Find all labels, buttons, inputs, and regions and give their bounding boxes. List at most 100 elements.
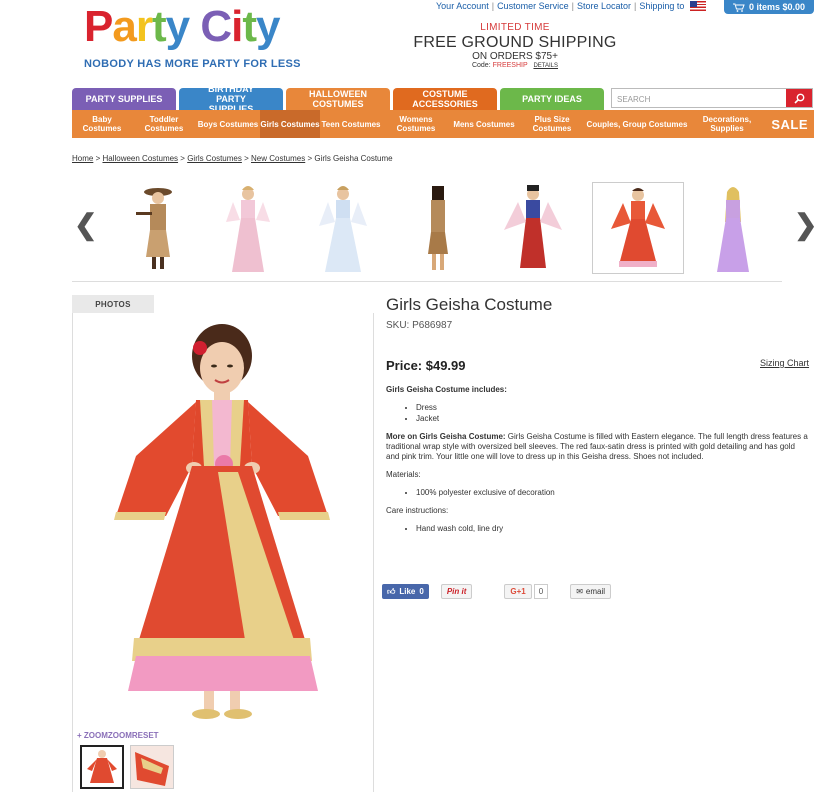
tab-party-supplies[interactable]: PARTY SUPPLIES (72, 88, 176, 110)
costume-thumb-image (717, 187, 749, 272)
subnav-boys-costumes[interactable]: Boys Costumes (196, 110, 260, 138)
care-heading: Care instructions: (386, 506, 449, 515)
list-item: Jacket (416, 414, 808, 424)
subnav-decorations-supplies[interactable]: Decorations, Supplies (688, 110, 766, 138)
promo-code-value: FREESHIP (492, 62, 528, 69)
includes-list: Dress Jacket (416, 403, 808, 424)
shipping-promo: LIMITED TIME FREE GROUND SHIPPING ON ORD… (400, 22, 630, 69)
related-costumes-carousel: ❮ ❯ (72, 178, 817, 278)
shipping-to-link[interactable]: Shipping to (636, 1, 687, 11)
tab-party-ideas[interactable]: PARTY IDEAS (500, 88, 604, 110)
care-list: Hand wash cold, line dry (416, 524, 808, 534)
us-flag-icon[interactable] (690, 1, 707, 11)
promo-code-label: Code: (471, 62, 491, 69)
carousel-divider (72, 281, 782, 282)
more-heading: More on Girls Geisha Costume: (386, 432, 506, 441)
cart-icon (732, 3, 745, 12)
costume-thumb-image (611, 188, 665, 267)
promo-headline: FREE GROUND SHIPPING (413, 34, 617, 51)
breadcrumb-current: Girls Geisha Costume (314, 154, 393, 163)
sizing-chart-link[interactable]: Sizing Chart (760, 358, 809, 368)
subnav-sale[interactable]: SALE (771, 117, 814, 132)
product-price: Price: $49.99 (386, 358, 466, 373)
search-button[interactable] (786, 89, 812, 107)
top-links: Your Account | Customer Service | Store Lo… (433, 1, 707, 11)
related-costume-thumb[interactable] (487, 182, 579, 274)
related-costume-thumb[interactable] (112, 182, 204, 274)
subnav-baby-costumes[interactable]: Baby Costumes (72, 110, 132, 138)
subnav-womens-costumes[interactable]: Womens Costumes (382, 110, 450, 138)
email-share-button[interactable]: ✉ email (570, 584, 612, 599)
search-input[interactable]: SEARCH (612, 89, 786, 107)
your-account-link[interactable]: Your Account (433, 1, 492, 11)
breadcrumb-new-costumes[interactable]: New Costumes (251, 154, 305, 163)
product-description: Girls Geisha Costume includes: Dress Jac… (386, 385, 808, 542)
related-costume-thumb[interactable] (392, 182, 484, 274)
subnav-toddler-costumes[interactable]: Toddler Costumes (132, 110, 196, 138)
materials-heading: Materials: (386, 470, 421, 479)
tab-costume-accessories[interactable]: COSTUME ACCESSORIES (393, 88, 497, 110)
photos-tab[interactable]: PHOTOS (72, 295, 154, 313)
like-label: Like (399, 587, 416, 596)
costume-thumb-image (319, 186, 367, 272)
costume-thumb-image (136, 188, 172, 269)
customer-service-link[interactable]: Customer Service (494, 1, 572, 11)
photo-thumbnail-selected[interactable] (80, 745, 124, 789)
envelope-icon: ✉ (576, 587, 583, 596)
breadcrumb-halloween-costumes[interactable]: Halloween Costumes (102, 154, 178, 163)
subnav-plus-size-costumes[interactable]: Plus Size Costumes (518, 110, 586, 138)
thumbnail-image (87, 750, 117, 783)
costume-thumb-image (504, 185, 562, 268)
subnav-teen-costumes[interactable]: Teen Costumes (320, 110, 382, 138)
includes-heading: Girls Geisha Costume includes: (386, 385, 507, 394)
search-bar: SEARCH (611, 88, 813, 108)
like-count: 0 (419, 587, 424, 596)
cart-label: 0 items $0.00 (748, 2, 806, 12)
subnav-girls-costumes[interactable]: Girls Costumes (260, 110, 320, 138)
list-item: Dress (416, 403, 808, 413)
carousel-prev-arrow-icon[interactable]: ❮ (74, 208, 97, 241)
thumbnail-image (131, 746, 173, 788)
main-nav-tabs: PARTY SUPPLIES BIRTHDAY PARTY SUPPLIES H… (72, 84, 604, 114)
materials-list: 100% polyester exclusive of decoration (416, 488, 808, 498)
google-plus-button[interactable]: G+1 (504, 584, 532, 599)
breadcrumb-girls-costumes[interactable]: Girls Costumes (187, 154, 242, 163)
tab-halloween-costumes[interactable]: HALLOWEEN COSTUMES (286, 88, 390, 110)
zoom-controls[interactable]: + ZOOMZOOMRESET (77, 731, 159, 740)
costume-subnav: Baby Costumes Toddler Costumes Boys Cost… (72, 110, 814, 138)
promo-details-link[interactable]: DETAILS (533, 63, 558, 69)
related-costume-thumb-selected[interactable] (592, 182, 684, 274)
carousel-next-arrow-icon[interactable]: ❯ (794, 208, 817, 241)
related-costume-thumb[interactable] (202, 182, 294, 274)
related-costume-thumb[interactable] (687, 182, 779, 274)
main-product-photo[interactable] (96, 316, 346, 726)
pinterest-button[interactable]: Pin it (440, 584, 473, 599)
related-costume-thumb[interactable] (297, 182, 389, 274)
subnav-mens-costumes[interactable]: Mens Costumes (450, 110, 518, 138)
facebook-like-button[interactable]: 👍︎ Like 0 (382, 584, 429, 599)
photo-thumbnail[interactable] (130, 745, 174, 789)
tab-label: PARTY SUPPLIES (85, 94, 163, 104)
logo-wordmark: Party City (84, 2, 281, 51)
product-sku: SKU: P686987 (386, 320, 453, 331)
promo-limited: LIMITED TIME (480, 22, 550, 33)
promo-code: Code: FREESHIP DETAILS (400, 62, 630, 69)
more-info-paragraph: More on Girls Geisha Costume: Girls Geis… (386, 432, 808, 462)
social-share-bar: 👍︎ Like 0 Pin it G+1 0 ✉ email (382, 584, 612, 599)
store-locator-link[interactable]: Store Locator (574, 1, 634, 11)
product-title: Girls Geisha Costume (386, 295, 553, 314)
thumbs-up-icon: 👍︎ (387, 586, 396, 596)
email-label: email (585, 587, 606, 596)
tagline: NOBODY HAS MORE PARTY FOR LESS (84, 58, 301, 70)
tab-label: HALLOWEEN COSTUMES (309, 89, 367, 109)
google-plus-share: G+1 0 (504, 584, 549, 599)
tab-label: COSTUME ACCESSORIES (412, 89, 478, 109)
breadcrumb-home[interactable]: Home (72, 154, 93, 163)
cart-button[interactable]: 0 items $0.00 (724, 0, 814, 14)
costume-thumb-image (428, 186, 448, 270)
breadcrumb: Home > Halloween Costumes > Girls Costum… (72, 154, 393, 163)
tab-birthday-party-supplies[interactable]: BIRTHDAY PARTY SUPPLIES (179, 84, 283, 114)
party-city-logo[interactable]: Party City NOBODY HAS MORE PARTY FOR LES… (84, 4, 304, 74)
list-item: 100% polyester exclusive of decoration (416, 488, 808, 498)
subnav-couples-group-costumes[interactable]: Couples, Group Costumes (586, 110, 688, 138)
